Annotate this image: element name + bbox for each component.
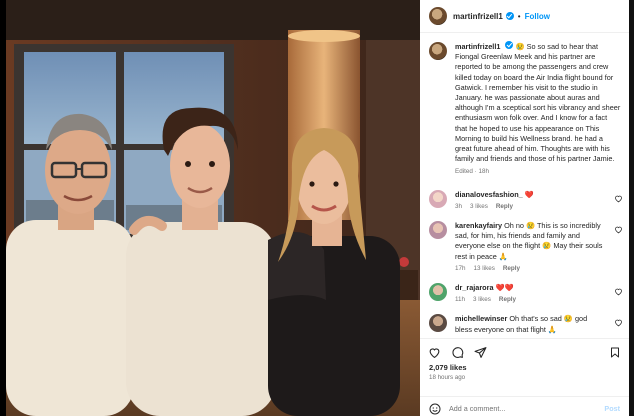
comment-time: 3h [455, 202, 463, 210]
comments-scroll-area[interactable]: martinfrizell1 😢 So so sad to hear that … [420, 34, 629, 345]
post-header: martinfrizell1 • Follow [420, 0, 629, 33]
share-send-icon[interactable] [474, 346, 487, 359]
screen-right-edge [629, 0, 634, 416]
like-comment-heart-icon[interactable] [614, 194, 623, 203]
comment-likes[interactable]: 13 likes [474, 264, 495, 274]
post-timestamp: 18 hours ago [429, 374, 466, 381]
like-comment-heart-icon[interactable] [614, 225, 623, 234]
author-avatar[interactable] [429, 7, 447, 25]
commenter-username[interactable]: michellewinser [455, 314, 507, 323]
caption-edited-time: Edited · 18h [455, 168, 489, 176]
reply-button[interactable]: Reply [503, 264, 520, 274]
comment-body: karenkayfairy Oh no 😢 This is so incredi… [455, 221, 605, 274]
comment-likes[interactable]: 3 likes [470, 202, 488, 212]
reply-button[interactable]: Reply [496, 202, 513, 212]
post-photo [6, 0, 420, 416]
post-comment-button[interactable]: Post [604, 404, 620, 413]
likes-count[interactable]: 2,079 likes [420, 363, 629, 372]
comment-time: 11h [455, 296, 466, 304]
comment-body: dianalovesfashion_ ❤️ 3h 3 likes Reply [455, 190, 605, 212]
comment-bubble-icon[interactable] [451, 346, 464, 359]
comment-emoji: ❤️❤️ [495, 283, 514, 293]
comment-time: 17h [455, 264, 466, 272]
caption-author-avatar[interactable] [429, 42, 447, 60]
comment-likes[interactable]: 3 likes [473, 295, 491, 305]
post-footer: 2,079 likes 18 hours ago Add a comment..… [420, 338, 629, 414]
post-caption: martinfrizell1 😢 So so sad to hear that … [420, 34, 629, 178]
action-bar [420, 339, 629, 365]
commenter-avatar[interactable] [429, 314, 447, 333]
like-comment-heart-icon[interactable] [614, 287, 623, 296]
add-comment-bar: Add a comment... Post [420, 396, 629, 416]
caption-text-block: martinfrizell1 😢 So so sad to hear that … [455, 41, 621, 178]
comment-meta: 3h 3 likes Reply [455, 202, 605, 212]
commenter-avatar[interactable] [429, 189, 447, 208]
comment-item: karenkayfairy Oh no 😢 This is so incredi… [420, 221, 629, 274]
comment-emoji: ❤️ [524, 189, 534, 199]
commenter-username[interactable]: dr_rajarora [455, 283, 494, 292]
comment-meta: 11h 3 likes Reply [455, 295, 605, 305]
commenter-username[interactable]: karenkayfairy [455, 221, 502, 230]
comment-item: dianalovesfashion_ ❤️ 3h 3 likes Reply [420, 189, 629, 212]
like-comment-heart-icon[interactable] [614, 318, 623, 327]
add-comment-input[interactable]: Add a comment... [449, 404, 604, 413]
emoji-smiley-icon[interactable] [429, 403, 441, 415]
follow-button[interactable]: Follow [525, 12, 550, 21]
caption-text: So so sad to hear that Fiongal Greenlaw … [455, 42, 621, 164]
caption-emoji: 😢 [515, 42, 525, 51]
comment-meta: 17h 13 likes Reply [455, 264, 605, 274]
save-bookmark-icon[interactable] [609, 346, 621, 359]
caption-username[interactable]: martinfrizell1 [455, 42, 500, 51]
comment-item: michellewinser Oh that's so sad 😢 god bl… [420, 314, 629, 334]
caption-verified-icon [505, 41, 514, 49]
comment-body: dr_rajarora ❤️❤️ 11h 3 likes Reply [455, 283, 605, 305]
post-side-panel: martinfrizell1 • Follow martinfrizell1 😢… [420, 0, 629, 416]
comment-item: dr_rajarora ❤️❤️ 11h 3 likes Reply [420, 283, 629, 305]
author-username[interactable]: martinfrizell1 [453, 12, 503, 21]
commenter-avatar[interactable] [429, 221, 447, 240]
like-heart-icon[interactable] [428, 346, 441, 359]
reply-button[interactable]: Reply [499, 295, 516, 305]
commenter-username[interactable]: dianalovesfashion_ [455, 190, 523, 199]
comment-body: michellewinser Oh that's so sad 😢 god bl… [455, 314, 605, 334]
separator-dot: • [517, 11, 521, 21]
verified-badge-icon [505, 12, 514, 20]
commenter-avatar[interactable] [429, 283, 447, 302]
